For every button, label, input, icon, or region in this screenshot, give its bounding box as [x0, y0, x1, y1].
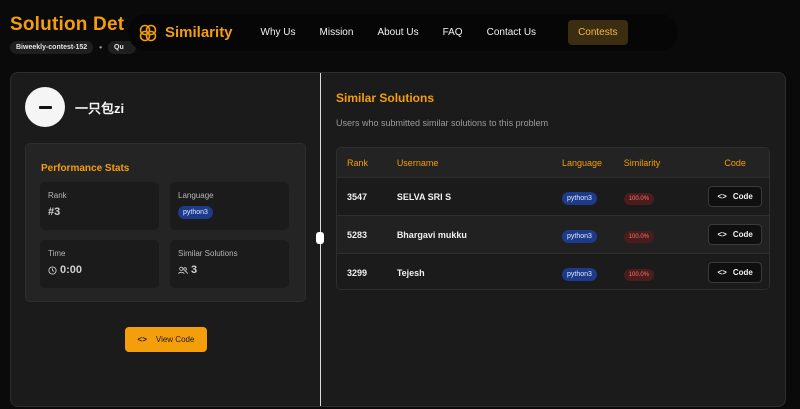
brand[interactable]: Similarity [138, 23, 233, 43]
performance-stats-title: Performance Stats [41, 163, 130, 174]
stat-language-label: Language [178, 191, 214, 200]
table-header: Rank Username Language Similarity Code [337, 148, 769, 177]
row-code-button[interactable]: <> Code [708, 262, 763, 283]
row-language-cell: python3 [562, 191, 624, 205]
code-icon: <> [717, 268, 727, 277]
row-code-label: Code [732, 192, 753, 201]
breadcrumb-contest[interactable]: Biweekly-contest-152 [10, 41, 94, 54]
stat-rank-value: #3 [48, 206, 61, 218]
row-rank: 5283 [347, 229, 368, 240]
contests-button[interactable]: Contests [568, 20, 628, 45]
brand-name: Similarity [165, 24, 233, 41]
row-rank: 3547 [347, 191, 368, 202]
clock-icon [48, 265, 57, 275]
solution-panel: 一只包zi Performance Stats Rank #3 Language… [10, 72, 786, 407]
stat-similar-value-wrap: 3 [178, 264, 281, 276]
user-name: 一只包zi [75, 100, 125, 116]
nav-link-mission[interactable]: Mission [320, 27, 354, 38]
row-code-cell: <> Code [701, 224, 769, 245]
users-icon [178, 266, 188, 274]
row-username: Tejesh [396, 267, 425, 278]
similar-solutions-table: Rank Username Language Similarity Code 3… [336, 147, 770, 290]
similar-solutions-title: Similar Solutions [336, 91, 435, 105]
code-icon: <> [717, 192, 727, 201]
row-rank: 3299 [347, 267, 368, 278]
row-username: SELVA SRI S [396, 191, 452, 202]
page-header: Solution Det Biweekly-contest-152 • Qu [10, 14, 145, 54]
nav-link-why-us[interactable]: Why Us [261, 27, 296, 38]
row-similarity-cell: 100.0% [623, 268, 702, 281]
split-divider-handle[interactable] [316, 232, 324, 244]
breadcrumb: Biweekly-contest-152 • Qu [10, 41, 145, 54]
row-language-cell: python3 [562, 229, 624, 243]
row-code-button[interactable]: <> Code [708, 186, 763, 207]
stat-similar-value: 3 [191, 264, 198, 276]
similar-solutions-subtitle: Users who submitted similar solutions to… [336, 118, 549, 128]
nav-link-faq[interactable]: FAQ [443, 27, 463, 38]
row-similarity-badge: 100.0% [623, 268, 655, 281]
stat-rank-label: Rank [48, 191, 67, 200]
view-code-button[interactable]: <> View Code [125, 327, 207, 352]
stat-language-badge: python3 [178, 206, 213, 219]
row-language-badge: python3 [562, 229, 597, 243]
stat-similar: Similar Solutions 3 [170, 240, 289, 288]
row-code-cell: <> Code [701, 186, 769, 207]
brand-logo-icon [139, 24, 157, 41]
stat-similar-label: Similar Solutions [178, 249, 238, 258]
avatar [25, 87, 65, 127]
row-username: Bhargavi mukku [396, 229, 467, 240]
stat-time-label: Time [48, 249, 66, 258]
user-header: 一只包zi [25, 87, 124, 127]
stat-time-value-wrap: 0:00 [48, 264, 151, 276]
table-row: 5283 Bhargavi mukku python3 100.0% <> Co… [337, 215, 769, 253]
stat-language-value-wrap: python3 [178, 206, 281, 219]
column-language: Language [562, 157, 603, 168]
stat-time: Time 0:00 [40, 240, 159, 288]
row-language-badge: python3 [562, 191, 597, 205]
row-similarity-cell: 100.0% [623, 192, 702, 205]
row-language-badge: python3 [562, 267, 597, 281]
column-code: Code [724, 157, 746, 168]
code-icon: <> [717, 230, 727, 239]
row-similarity-badge: 100.0% [623, 230, 655, 243]
nav-link-about-us[interactable]: About Us [377, 27, 418, 38]
page-title: Solution Det [10, 14, 125, 35]
column-rank: Rank [347, 157, 369, 168]
code-icon: <> [137, 335, 147, 344]
nav-link-contact-us[interactable]: Contact Us [487, 27, 536, 38]
avatar-placeholder-icon [38, 105, 52, 109]
row-similarity-cell: 100.0% [623, 230, 702, 243]
view-code-label: View Code [155, 335, 195, 344]
column-similarity: Similarity [623, 157, 661, 168]
stat-time-value: 0:00 [60, 264, 83, 276]
column-username: Username [396, 157, 439, 168]
row-language-cell: python3 [562, 267, 624, 281]
row-similarity-badge: 100.0% [623, 192, 655, 205]
table-row: 3299 Tejesh python3 100.0% <> Code [337, 253, 769, 289]
row-code-cell: <> Code [701, 262, 769, 283]
table-row: 3547 SELVA SRI S python3 100.0% <> Code [337, 177, 769, 215]
performance-stats-card: Performance Stats Rank #3 Language pytho… [25, 143, 306, 302]
row-code-label: Code [732, 268, 753, 277]
row-code-label: Code [732, 230, 753, 239]
stat-rank: Rank #3 [40, 182, 159, 230]
row-code-button[interactable]: <> Code [708, 224, 763, 245]
navbar: Similarity Why Us Mission About Us FAQ C… [128, 14, 678, 51]
stat-language: Language python3 [170, 182, 289, 230]
breadcrumb-separator: • [99, 43, 103, 52]
